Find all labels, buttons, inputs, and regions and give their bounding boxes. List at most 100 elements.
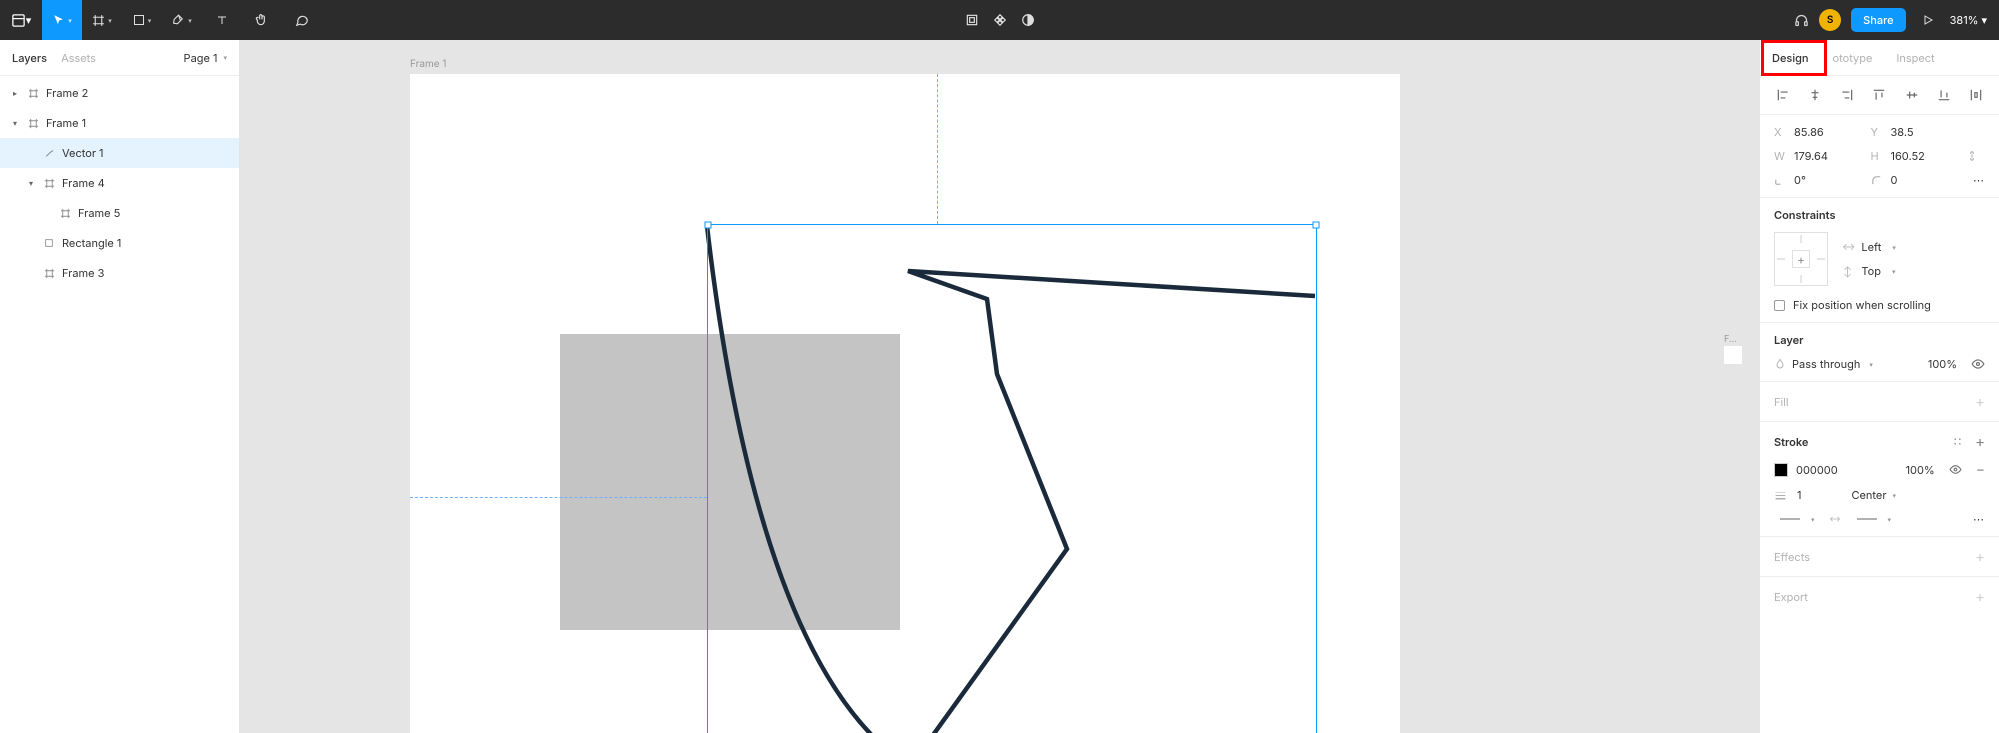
main-menu-button[interactable]: ▾ xyxy=(0,0,42,40)
frame-icon xyxy=(43,268,55,279)
stroke-align-select[interactable]: Center ▾ xyxy=(1851,488,1896,502)
align-left-button[interactable] xyxy=(1774,86,1792,104)
rotation-icon xyxy=(1774,175,1786,186)
frame-icon xyxy=(43,178,55,189)
corner-radius-field[interactable]: 0 xyxy=(1871,173,1958,187)
remove-stroke-button[interactable]: − xyxy=(1976,461,1985,478)
add-stroke-button[interactable]: + xyxy=(1975,432,1985,451)
frame-icon xyxy=(27,118,39,129)
comment-tool-button[interactable] xyxy=(282,0,322,40)
mask-button[interactable] xyxy=(1021,0,1035,40)
stroke-opacity-field[interactable]: 100% xyxy=(1906,463,1935,477)
fill-title: Fill xyxy=(1774,395,1789,409)
small-frame[interactable]: F... xyxy=(1724,346,1742,364)
horizontal-arrows-icon: ↔ xyxy=(1842,241,1853,253)
vector-1-shape[interactable] xyxy=(707,224,1315,733)
user-avatar[interactable]: S xyxy=(1819,9,1841,31)
chevron-down-icon: ▾ xyxy=(108,16,112,25)
constraints-widget[interactable]: + xyxy=(1774,232,1828,286)
w-field[interactable]: W179.64 xyxy=(1774,149,1861,163)
layer-row[interactable]: Frame 5 xyxy=(0,198,239,228)
layer-expand-toggle[interactable]: ▾ xyxy=(26,178,36,188)
layer-expand-toggle[interactable]: ▸ xyxy=(10,88,20,98)
fix-position-checkbox-row[interactable]: Fix position when scrolling xyxy=(1774,298,1985,312)
layer-row[interactable]: ▾ Frame 4 xyxy=(0,168,239,198)
add-effect-button[interactable]: + xyxy=(1975,547,1985,566)
fill-section: Fill + xyxy=(1760,382,1999,422)
text-tool-button[interactable] xyxy=(202,0,242,40)
layer-row[interactable]: Rectangle 1 xyxy=(0,228,239,258)
layer-row[interactable]: ▾Frame 1 xyxy=(0,108,239,138)
stroke-weight-field[interactable]: 1 xyxy=(1797,488,1801,502)
constrain-proportions-button[interactable] xyxy=(1967,149,1985,163)
stroke-advanced-button[interactable]: ⋯ xyxy=(1973,512,1985,526)
top-toolbar: ▾ ▾ ▾ ▾ ▾ xyxy=(0,0,1999,40)
visibility-toggle[interactable] xyxy=(1971,357,1985,371)
fix-position-checkbox[interactable] xyxy=(1774,300,1785,311)
layer-row[interactable]: Frame 3 xyxy=(0,258,239,288)
layer-expand-toggle[interactable]: ▾ xyxy=(10,118,20,128)
pen-tool-button[interactable]: ▾ xyxy=(162,0,202,40)
canvas[interactable]: Frame 1 179.64 × 160.52 F... xyxy=(240,40,1759,733)
headphones-icon[interactable] xyxy=(1794,13,1809,28)
present-button[interactable] xyxy=(1916,14,1940,26)
stroke-color-swatch[interactable] xyxy=(1774,463,1788,477)
rotation-field[interactable]: 0° xyxy=(1774,173,1861,187)
layer-name: Frame 5 xyxy=(78,206,120,220)
x-field[interactable]: X85.86 xyxy=(1774,125,1861,139)
y-field[interactable]: Y38.5 xyxy=(1871,125,1958,139)
align-top-button[interactable] xyxy=(1870,86,1888,104)
constraint-horizontal-select[interactable]: ↔ Left ▾ xyxy=(1842,240,1896,254)
shape-tool-button[interactable]: ▾ xyxy=(122,0,162,40)
transform-section: X85.86 Y38.5 W179.64 H160.52 0° 0 ⋯ xyxy=(1760,115,1999,198)
align-v-center-button[interactable] xyxy=(1903,86,1921,104)
tab-assets[interactable]: Assets xyxy=(61,51,96,65)
align-bottom-button[interactable] xyxy=(1935,86,1953,104)
zoom-control[interactable]: 381% ▾ xyxy=(1950,13,1987,27)
frame-1[interactable]: Frame 1 xyxy=(410,74,1400,733)
component-button[interactable] xyxy=(993,0,1007,40)
tab-design[interactable]: Design xyxy=(1760,40,1821,75)
add-export-button[interactable]: + xyxy=(1975,587,1985,606)
align-right-button[interactable] xyxy=(1838,86,1856,104)
frame-selection-button[interactable] xyxy=(965,0,979,40)
constraint-vertical-select[interactable]: ↔ Top ▾ xyxy=(1842,264,1896,278)
effects-title: Effects xyxy=(1774,550,1810,564)
vector-icon xyxy=(43,148,55,159)
stroke-visibility-toggle[interactable] xyxy=(1949,463,1962,476)
constraint-h-value: Left xyxy=(1861,240,1881,254)
share-button[interactable]: Share xyxy=(1851,8,1905,32)
hand-tool-button[interactable] xyxy=(242,0,282,40)
align-h-center-button[interactable] xyxy=(1806,86,1824,104)
chevron-down-icon: ▾ xyxy=(68,16,72,25)
stroke-title: Stroke xyxy=(1774,435,1808,449)
tab-prototype[interactable]: ototype xyxy=(1821,40,1885,75)
distribute-button[interactable] xyxy=(1967,86,1985,104)
add-fill-button[interactable]: + xyxy=(1975,392,1985,411)
h-field[interactable]: H160.52 xyxy=(1871,149,1958,163)
layer-opacity-field[interactable]: 100% xyxy=(1928,357,1957,371)
stroke-styles-button[interactable] xyxy=(1952,436,1963,447)
tab-inspect[interactable]: Inspect xyxy=(1884,40,1946,75)
chevron-down-icon: ▾ xyxy=(26,13,32,27)
layer-row[interactable]: Vector 1 xyxy=(0,138,239,168)
page-selector[interactable]: Page 1 ▾ xyxy=(184,51,227,65)
blend-mode-value: Pass through xyxy=(1792,357,1860,371)
stroke-cap-start-select[interactable]: ▾ xyxy=(1774,513,1819,526)
constraints-title: Constraints xyxy=(1774,208,1985,222)
right-panel-tabs: Design ototype Inspect xyxy=(1760,40,1999,76)
swap-caps-icon[interactable] xyxy=(1829,513,1841,525)
layer-row[interactable]: ▸Frame 2 xyxy=(0,78,239,108)
blend-mode-select[interactable]: Pass through ▾ xyxy=(1792,357,1922,371)
rect-icon xyxy=(43,238,55,248)
transform-more-button[interactable]: ⋯ xyxy=(1973,173,1985,187)
layer-name: Frame 4 xyxy=(62,176,105,190)
stroke-section: Stroke + 000000 100% − 1 Center ▾ ▾ xyxy=(1760,422,1999,537)
frame-tool-button[interactable]: ▾ xyxy=(82,0,122,40)
move-tool-button[interactable]: ▾ xyxy=(42,0,82,40)
tab-layers[interactable]: Layers xyxy=(12,51,47,65)
stroke-hex-field[interactable]: 000000 xyxy=(1796,463,1838,477)
small-frame-label: F... xyxy=(1724,334,1737,345)
chevron-down-icon: ▾ xyxy=(1869,360,1873,369)
stroke-cap-end-select[interactable]: ▾ xyxy=(1851,513,1896,526)
